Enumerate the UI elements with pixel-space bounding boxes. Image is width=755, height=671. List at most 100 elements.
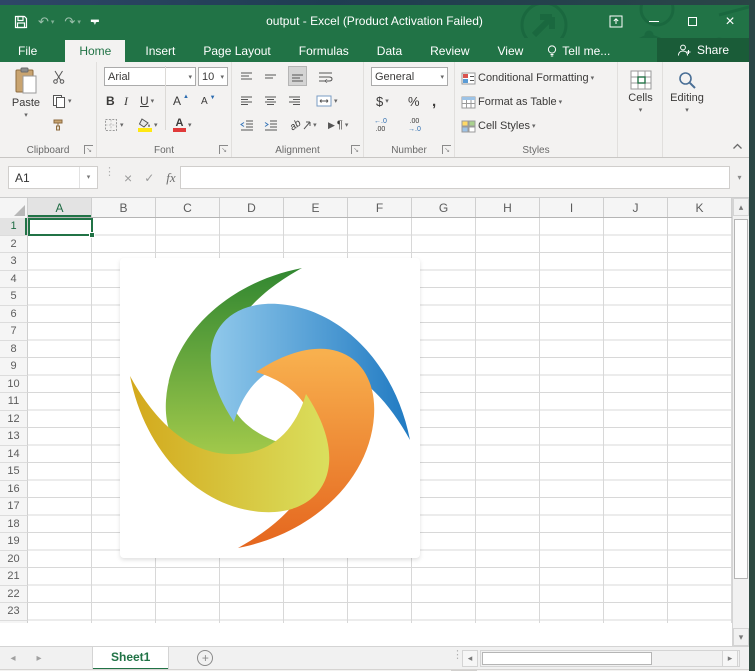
column-header-g[interactable]: G — [412, 198, 476, 217]
scroll-right-icon[interactable]: ▸ — [722, 650, 738, 667]
row-header-4[interactable]: 4 — [0, 271, 28, 289]
align-right-button[interactable] — [288, 91, 301, 111]
fill-handle[interactable] — [89, 232, 95, 238]
scroll-down-icon[interactable]: ▾ — [733, 628, 749, 646]
increase-font-size-button[interactable]: A▲ — [173, 91, 189, 111]
number-dialog-launcher-icon[interactable]: ↘ — [442, 145, 451, 154]
name-box[interactable]: A1 ▾ — [8, 166, 98, 189]
selected-cell-a1[interactable] — [28, 218, 93, 236]
align-middle-button[interactable] — [264, 67, 277, 87]
row-header-21[interactable]: 21 — [0, 568, 28, 586]
conditional-formatting-button[interactable]: Conditional Formatting▾ — [461, 68, 594, 88]
row-header-23[interactable]: 23 — [0, 603, 28, 621]
row-header-10[interactable]: 10 — [0, 376, 28, 394]
row-header-24[interactable]: 24 — [0, 621, 28, 624]
comma-format-button[interactable]: , — [432, 91, 436, 111]
format-as-table-button[interactable]: Format as Table▾ — [461, 92, 562, 112]
row-header-8[interactable]: 8 — [0, 341, 28, 359]
close-button[interactable]: × — [711, 5, 749, 38]
scroll-up-icon[interactable]: ▴ — [733, 198, 749, 216]
borders-button[interactable]: ▾ — [104, 115, 124, 135]
column-header-e[interactable]: E — [284, 198, 348, 217]
scroll-left-icon[interactable]: ◂ — [462, 650, 478, 667]
decrease-decimal-button[interactable]: .00 →.0 — [408, 115, 421, 135]
column-header-b[interactable]: B — [92, 198, 156, 217]
align-bottom-button[interactable] — [288, 66, 307, 86]
text-direction-button[interactable]: ▶ ¶ ▾ — [328, 115, 348, 135]
wrap-text-button[interactable] — [318, 67, 333, 87]
format-painter-button[interactable] — [52, 115, 66, 135]
merge-center-button[interactable]: ▾ — [316, 91, 338, 111]
horizontal-scrollbar[interactable] — [480, 650, 740, 667]
alignment-dialog-launcher-icon[interactable]: ↘ — [351, 145, 360, 154]
decrease-indent-button[interactable] — [240, 115, 254, 135]
row-header-6[interactable]: 6 — [0, 306, 28, 324]
decrease-font-size-button[interactable]: A▼ — [201, 91, 216, 111]
row-header-1[interactable]: 1 — [0, 218, 28, 236]
minimize-button[interactable] — [635, 5, 673, 38]
sheet-tab-sheet1[interactable]: Sheet1 — [92, 647, 169, 670]
column-header-k[interactable]: K — [668, 198, 732, 217]
enter-icon[interactable]: ✓ — [144, 171, 154, 185]
new-sheet-icon[interactable]: + — [197, 650, 213, 666]
collapse-ribbon-icon[interactable] — [732, 141, 743, 153]
sheet-nav-right-icon[interactable]: ▸ — [26, 653, 52, 664]
underline-button[interactable]: U▾ — [140, 91, 154, 111]
select-all-corner[interactable] — [0, 198, 28, 218]
column-header-d[interactable]: D — [220, 198, 284, 217]
row-header-11[interactable]: 11 — [0, 393, 28, 411]
row-header-13[interactable]: 13 — [0, 428, 28, 446]
increase-indent-button[interactable] — [264, 115, 278, 135]
row-header-9[interactable]: 9 — [0, 358, 28, 376]
formula-bar-expand-icon[interactable]: ▾ — [732, 166, 747, 189]
tab-insert[interactable]: Insert — [131, 40, 189, 62]
name-box-dropdown-icon[interactable]: ▾ — [79, 167, 97, 188]
tab-formulas[interactable]: Formulas — [285, 40, 363, 62]
font-name-select[interactable]: Arial▾ — [104, 67, 196, 86]
percent-format-button[interactable]: % — [408, 91, 420, 111]
column-header-a[interactable]: A — [28, 198, 92, 217]
row-header-2[interactable]: 2 — [0, 236, 28, 254]
column-header-i[interactable]: I — [540, 198, 604, 217]
swirl-logo-image[interactable] — [117, 255, 423, 561]
currency-format-button[interactable]: $▾ — [376, 91, 389, 111]
align-top-button[interactable] — [240, 67, 253, 87]
row-header-3[interactable]: 3 — [0, 253, 28, 271]
row-header-19[interactable]: 19 — [0, 533, 28, 551]
italic-button[interactable]: I — [124, 91, 128, 111]
orientation-button[interactable]: ab ▾ — [290, 115, 317, 135]
cut-button[interactable] — [52, 67, 66, 87]
row-header-15[interactable]: 15 — [0, 463, 28, 481]
clipboard-dialog-launcher-icon[interactable]: ↘ — [84, 145, 93, 154]
cancel-icon[interactable]: × — [124, 170, 132, 186]
row-header-17[interactable]: 17 — [0, 498, 28, 516]
font-color-button[interactable]: A ▾ — [173, 115, 192, 135]
row-header-7[interactable]: 7 — [0, 323, 28, 341]
vertical-scrollbar[interactable]: ▴ ▾ — [732, 198, 749, 646]
row-header-12[interactable]: 12 — [0, 411, 28, 429]
row-header-22[interactable]: 22 — [0, 586, 28, 604]
editing-button[interactable]: Editing ▾ — [666, 70, 708, 114]
number-format-select[interactable]: General▾ — [371, 67, 448, 86]
tab-view[interactable]: View — [484, 40, 538, 62]
cells-button[interactable]: Cells ▾ — [621, 70, 660, 114]
maximize-button[interactable] — [673, 5, 711, 38]
row-header-5[interactable]: 5 — [0, 288, 28, 306]
formula-bar-resize-handle[interactable]: ⋮ — [104, 170, 115, 175]
increase-decimal-button[interactable]: ←.0 .00 — [374, 115, 387, 135]
row-header-20[interactable]: 20 — [0, 551, 28, 569]
column-header-f[interactable]: F — [348, 198, 412, 217]
row-header-18[interactable]: 18 — [0, 516, 28, 534]
tell-me-box[interactable]: Tell me... — [537, 40, 620, 62]
column-header-c[interactable]: C — [156, 198, 220, 217]
copy-button[interactable]: ▾ — [52, 91, 72, 111]
formula-input[interactable] — [180, 166, 730, 189]
tab-review[interactable]: Review — [416, 40, 483, 62]
font-dialog-launcher-icon[interactable]: ↘ — [219, 145, 228, 154]
sheet-nav-left-icon[interactable]: ◂ — [0, 653, 26, 664]
row-header-14[interactable]: 14 — [0, 446, 28, 464]
align-left-button[interactable] — [240, 91, 253, 111]
tab-data[interactable]: Data — [363, 40, 416, 62]
column-header-h[interactable]: H — [476, 198, 540, 217]
horizontal-scroll-thumb[interactable] — [482, 652, 652, 665]
